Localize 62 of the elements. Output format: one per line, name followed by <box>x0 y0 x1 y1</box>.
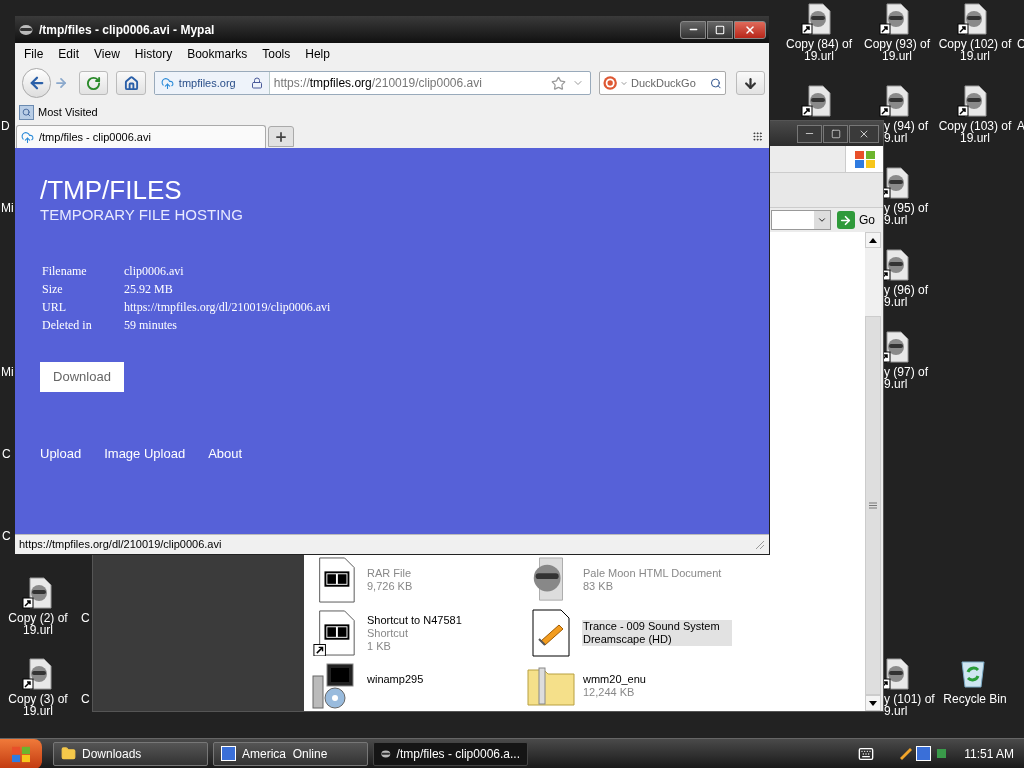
menu-item[interactable]: Help <box>305 45 330 63</box>
taskbar-button[interactable]: Downloads <box>53 741 208 766</box>
field-value: 25.92 MB <box>124 281 174 298</box>
desktop-icon-label[interactable]: y (94) of 9.url <box>884 120 928 144</box>
desktop-icon-label[interactable]: Copy (103) of 19.url <box>933 120 1017 144</box>
clock: 11:51 AM <box>964 745 1014 763</box>
menu-item[interactable]: Edit <box>58 45 80 63</box>
site-name: tmpfiles.org <box>178 75 236 91</box>
field-label: Size <box>42 281 64 298</box>
desktop-icon-label[interactable]: Mi <box>1 202 14 214</box>
field-value: clip0006.avi <box>124 263 185 280</box>
footer-link[interactable]: About <box>208 444 243 464</box>
field-value: https://tmpfiles.org/dl/210019/clip0006.avi <box>124 299 331 316</box>
taskbar-button[interactable]: America Online <box>213 741 368 766</box>
url-text: https://tmpfiles.org/210019/clip0006.avi <box>273 75 482 92</box>
desktop-icon-label[interactable]: C <box>81 612 90 624</box>
menu-item[interactable]: History <box>134 45 173 63</box>
field-label: URL <box>42 299 67 316</box>
address-field[interactable]: tmpfiles.org https://tmpfiles.org/210019/clip0006.avi <box>153 71 591 95</box>
file-name: Trance - 009 Sound System Dreamscape (HD) <box>583 620 721 646</box>
desktop-icon-label[interactable]: C <box>81 693 90 705</box>
footer-link[interactable]: Image Upload <box>104 444 186 464</box>
taskbar-button[interactable]: /tmp/files - clip0006.a... <box>373 741 528 766</box>
desktop-icon-label[interactable]: y (96) of 9.url <box>884 284 928 308</box>
file-name: Shortcut to N47581 <box>367 613 462 627</box>
desktop-icon-label[interactable]: Mi <box>1 366 14 378</box>
bookmark-item[interactable]: Most Visited <box>19 103 98 121</box>
desktop-icon-label[interactable]: y (95) of 9.url <box>884 202 928 226</box>
menu-item[interactable]: Tools <box>262 45 291 63</box>
file-type: RAR File <box>367 567 412 580</box>
file-name: wmm20_enu <box>583 673 646 686</box>
footer-link[interactable]: Upload <box>40 444 82 464</box>
menu-item[interactable]: Bookmarks <box>187 45 248 63</box>
menu-item[interactable]: View <box>94 45 120 63</box>
site-identity-button[interactable]: tmpfiles.org <box>154 72 270 94</box>
desktop-icon-label[interactable]: D <box>1 120 10 132</box>
download-button[interactable]: Download <box>40 362 124 392</box>
window-title: /tmp/files - clip0006.avi - Mypal <box>39 21 215 39</box>
file-size: 83 KB <box>583 580 614 593</box>
field-label: Deleted in <box>42 317 93 334</box>
file-size: 9,726 KB <box>367 580 413 593</box>
site-subtitle: TEMPORARY FILE HOSTING <box>40 206 243 224</box>
search-input[interactable]: DuckDuckGo <box>630 74 707 92</box>
menu-item[interactable]: File <box>24 45 44 63</box>
go-button[interactable]: Go <box>835 210 879 230</box>
file-type: Pale Moon HTML Document <box>583 567 722 580</box>
file-size: 1 KB <box>367 639 392 653</box>
status-text: https://tmpfiles.org/dl/210019/clip0006.avi <box>19 537 222 553</box>
field-label: Filename <box>42 263 88 280</box>
search-field[interactable]: DuckDuckGo <box>598 71 726 95</box>
desktop-icon-label[interactable]: C <box>2 448 11 460</box>
file-size: 12,244 KB <box>583 686 636 699</box>
field-value: 59 minutes <box>124 317 178 334</box>
file-type: Shortcut <box>367 626 409 640</box>
file-name: winamp295 <box>367 673 424 686</box>
site-title: /TMP/FILES <box>40 176 182 204</box>
desktop-icon-label[interactable]: C <box>2 530 11 542</box>
desktop-icon-label[interactable]: y (101) of 9.url <box>884 693 935 717</box>
desktop-icon-label[interactable]: Copy (2) of 19.url <box>0 612 80 636</box>
browser-tab[interactable]: /tmp/files - clip0006.avi <box>16 125 266 148</box>
desktop-icon-label[interactable]: y (97) of 9.url <box>884 366 928 390</box>
desktop-icon-label[interactable]: Copy (3) of 19.url <box>0 693 80 717</box>
